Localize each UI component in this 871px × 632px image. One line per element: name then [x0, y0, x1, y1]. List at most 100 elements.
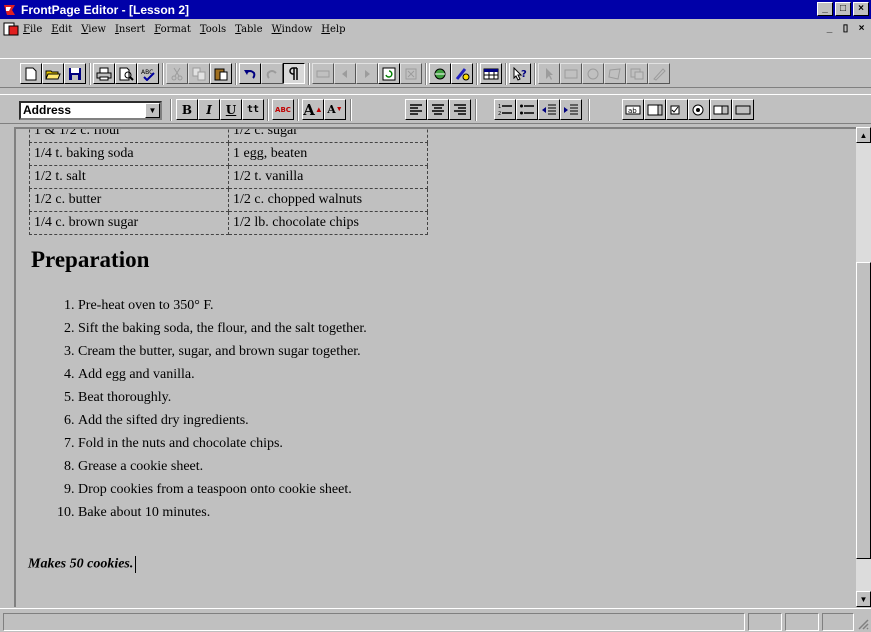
increase-indent-button[interactable] [560, 99, 582, 120]
align-left-button[interactable] [405, 99, 427, 120]
align-center-button[interactable] [427, 99, 449, 120]
decrease-font-size-button[interactable]: A ▼ [324, 99, 346, 120]
doc-minimize-button[interactable]: _ [822, 21, 837, 35]
drop-down-menu-button[interactable] [710, 99, 732, 120]
title-bar[interactable]: FrontPage Editor - [Lesson 2] _ □ × [0, 0, 871, 19]
scrollbar-thumb[interactable] [856, 262, 871, 559]
numbered-list-button[interactable]: 12 [494, 99, 516, 120]
open-button[interactable] [42, 63, 64, 84]
circle-button[interactable] [582, 63, 604, 84]
table-cell[interactable]: 1/4 t. baking soda [29, 142, 229, 166]
document-area[interactable]: 1 & 1/2 c. flour 1/2 c. sugar 1/4 t. bakin… [14, 127, 856, 607]
back-button[interactable] [334, 63, 356, 84]
make-transparent-button[interactable] [648, 63, 670, 84]
radio-button-tool[interactable] [688, 99, 710, 120]
menu-window[interactable]: Window [272, 24, 313, 35]
menu-file[interactable]: File [23, 24, 42, 35]
table-cell[interactable]: 1 & 1/2 c. flour [29, 129, 229, 143]
table-cell[interactable]: 1/2 c. butter [29, 188, 229, 212]
table-cell[interactable]: 1/2 t. salt [29, 165, 229, 189]
size-grip-icon[interactable] [857, 618, 869, 630]
checkbox-button[interactable] [666, 99, 688, 120]
vertical-scrollbar[interactable]: ▲ ▼ [856, 127, 871, 607]
form-field-button[interactable]: ab [622, 99, 644, 120]
polygon-button[interactable] [604, 63, 626, 84]
underline-button[interactable]: U [220, 99, 242, 120]
to-do-list-button[interactable] [451, 63, 473, 84]
close-button[interactable]: × [853, 2, 869, 16]
svg-text:2: 2 [498, 111, 501, 117]
help-button[interactable]: ? [509, 63, 531, 84]
paste-button[interactable] [210, 63, 232, 84]
frontpage-explorer-button[interactable] [429, 63, 451, 84]
menu-help[interactable]: Help [321, 24, 345, 35]
scroll-up-button[interactable]: ▲ [856, 127, 871, 143]
cut-button[interactable] [166, 63, 188, 84]
chevron-down-icon[interactable]: ▼ [145, 103, 160, 118]
table-row: 1/4 c. brown sugar 1/2 lb. chocolate chip… [29, 211, 428, 235]
new-page-icon [25, 67, 37, 80]
increase-font-label: A [303, 100, 315, 119]
style-dropdown-value: Address [23, 103, 72, 117]
toolbar-separator [308, 63, 310, 85]
hyperlink-button[interactable] [312, 63, 334, 84]
table-cell[interactable]: 1/2 c. sugar [228, 129, 428, 143]
style-dropdown[interactable]: Address ▼ [19, 101, 162, 120]
table-cell[interactable]: 1/2 t. vanilla [228, 165, 428, 189]
list-item: Drop cookies from a teaspoon onto cookie… [78, 478, 367, 501]
highlight-hotspots-button[interactable] [626, 63, 648, 84]
table-cell[interactable]: 1 egg, beaten [228, 142, 428, 166]
stop-icon [405, 68, 417, 79]
italic-button[interactable]: I [198, 99, 220, 120]
table-cell[interactable]: 1/4 c. brown sugar [29, 211, 229, 235]
rectangle-button[interactable] [560, 63, 582, 84]
forward-arrow-icon [365, 69, 370, 78]
insert-table-button[interactable] [480, 63, 502, 84]
menu-edit[interactable]: Edit [51, 24, 72, 35]
spelling-button[interactable]: ABC [137, 63, 159, 84]
refresh-button[interactable] [378, 63, 400, 84]
undo-button[interactable] [239, 63, 261, 84]
menu-format[interactable]: Format [154, 24, 191, 35]
redo-button[interactable] [261, 63, 283, 84]
bold-button[interactable]: B [176, 99, 198, 120]
select-button[interactable] [538, 63, 560, 84]
menu-table[interactable]: Table [235, 24, 262, 35]
menu-view[interactable]: View [81, 24, 106, 35]
scrolling-text-box-button[interactable] [644, 99, 666, 120]
menu-tools[interactable]: Tools [200, 24, 226, 35]
copy-button[interactable] [188, 63, 210, 84]
floppy-disk-icon [69, 67, 81, 80]
doc-close-button[interactable]: × [854, 21, 869, 35]
frontpage-app-icon[interactable] [3, 3, 17, 17]
table-cell[interactable]: 1/2 c. chopped walnuts [228, 188, 428, 212]
maximize-button[interactable]: □ [835, 2, 851, 16]
push-button-tool[interactable] [732, 99, 754, 120]
menu-insert[interactable]: Insert [115, 24, 145, 35]
ingredients-table[interactable]: 1 & 1/2 c. flour 1/2 c. sugar 1/4 t. bakin… [29, 129, 428, 235]
align-right-button[interactable] [449, 99, 471, 120]
print-button[interactable] [93, 63, 115, 84]
save-button[interactable] [64, 63, 86, 84]
minimize-button[interactable]: _ [817, 2, 833, 16]
new-page-button[interactable] [20, 63, 42, 84]
forward-button[interactable] [356, 63, 378, 84]
print-preview-button[interactable] [115, 63, 137, 84]
bulleted-list-button[interactable] [516, 99, 538, 120]
bold-label: B [181, 102, 193, 117]
show-paragraph-marks-button[interactable] [283, 63, 305, 84]
decrease-indent-button[interactable] [538, 99, 560, 120]
increase-font-size-button[interactable]: A ▲ [302, 99, 324, 120]
fixed-width-button[interactable]: tt [242, 99, 264, 120]
document-icon[interactable] [3, 22, 19, 36]
toolbar-separator [534, 63, 536, 85]
scroll-down-button[interactable]: ▼ [856, 591, 871, 607]
status-bar [0, 608, 871, 632]
toolbar-separator [425, 63, 427, 85]
italic-label: I [206, 102, 212, 117]
text-color-button[interactable]: ABC [272, 99, 294, 120]
stop-button[interactable] [400, 63, 422, 84]
doc-restore-button[interactable]: ▯ [838, 21, 853, 35]
table-cell[interactable]: 1/2 lb. chocolate chips [228, 211, 428, 235]
hotspot-icon [630, 68, 644, 79]
